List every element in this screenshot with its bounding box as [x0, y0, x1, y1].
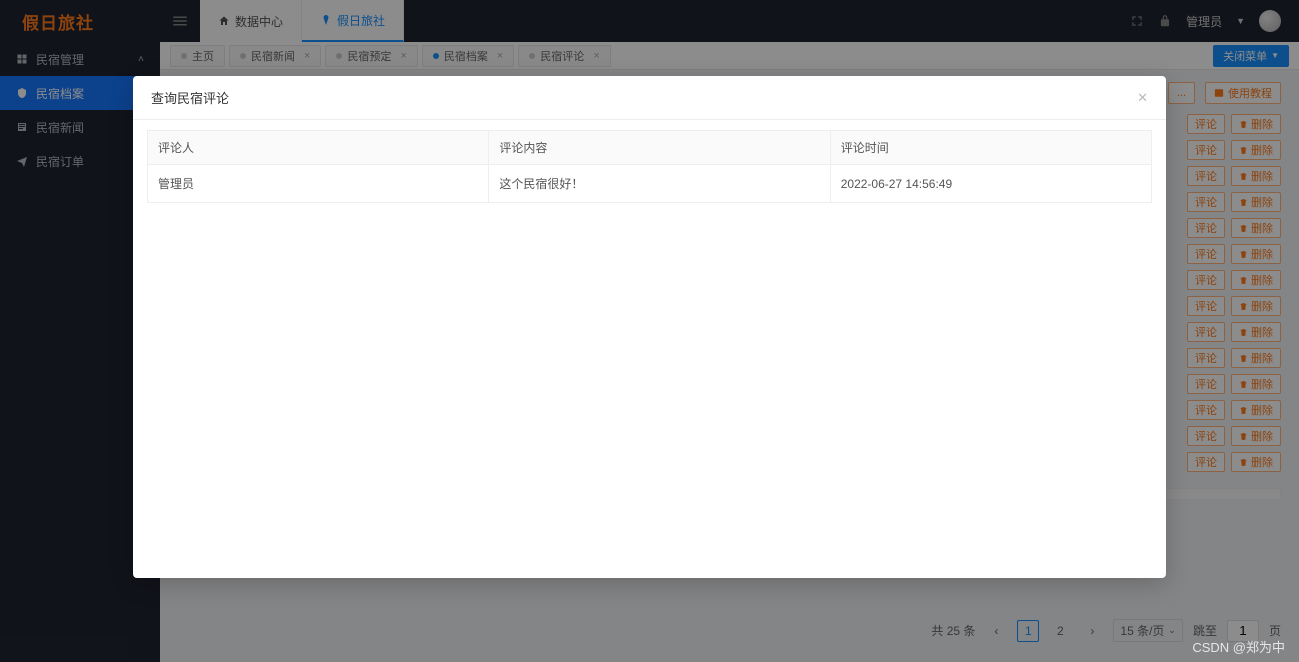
comments-table: 评论人 评论内容 评论时间 管理员这个民宿很好！2022-06-27 14:56…: [147, 130, 1152, 203]
close-icon[interactable]: ✕: [1137, 90, 1148, 106]
col-content: 评论内容: [489, 131, 830, 165]
cell-user: 管理员: [148, 165, 489, 203]
watermark: CSDN @郑为中: [1192, 637, 1285, 656]
col-time: 评论时间: [830, 131, 1151, 165]
table-row: 管理员这个民宿很好！2022-06-27 14:56:49: [148, 165, 1152, 203]
comments-modal: 查询民宿评论 ✕ 评论人 评论内容 评论时间 管理员这个民宿很好！2022-06…: [133, 76, 1166, 578]
modal-title: 查询民宿评论: [151, 88, 229, 107]
cell-time: 2022-06-27 14:56:49: [830, 165, 1151, 203]
cell-content: 这个民宿很好！: [489, 165, 830, 203]
col-user: 评论人: [148, 131, 489, 165]
